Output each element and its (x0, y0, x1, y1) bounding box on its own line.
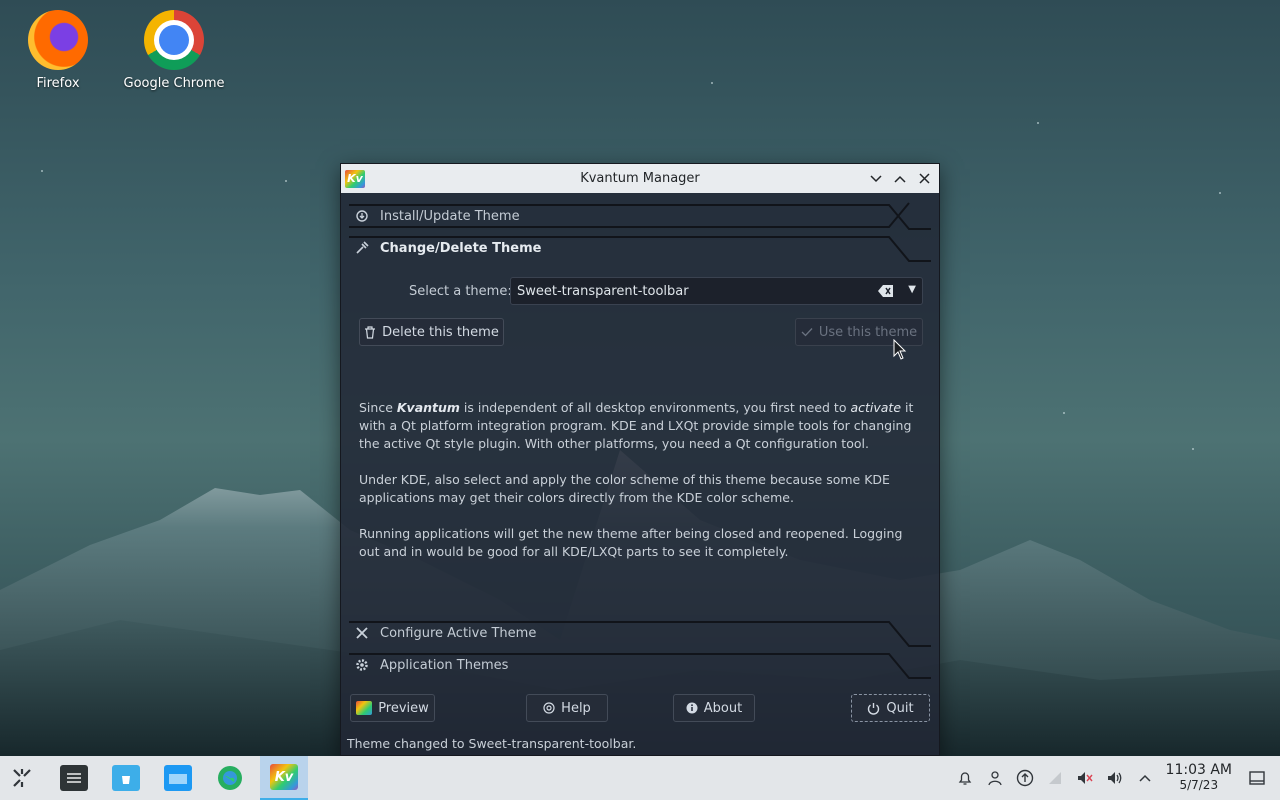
show-hidden-tray-button[interactable] (1130, 774, 1160, 782)
chrome-icon (144, 10, 204, 70)
mute-tray-icon[interactable] (1070, 770, 1100, 786)
maximize-button[interactable] (891, 170, 909, 188)
help-icon (543, 702, 555, 714)
show-desktop-icon (1249, 771, 1265, 785)
application-launcher-button[interactable] (0, 756, 44, 800)
power-icon (868, 702, 880, 715)
chevron-up-icon (1139, 774, 1151, 782)
window-titlebar[interactable]: Kv Kvantum Manager (341, 164, 939, 193)
delete-theme-label: Delete this theme (382, 324, 499, 340)
discover-store-icon (112, 765, 140, 791)
section-change-delete[interactable]: Change/Delete Theme (349, 233, 931, 263)
close-icon (918, 173, 930, 184)
window-title: Kvantum Manager (580, 171, 700, 186)
taskbar-dolphin[interactable] (156, 756, 200, 800)
desktop-icon-label: Firefox (36, 76, 80, 91)
settings-app-icon (60, 765, 88, 791)
about-button[interactable]: About (673, 694, 755, 722)
star (711, 82, 713, 84)
preview-button[interactable]: Preview (350, 694, 435, 722)
speaker-icon (1107, 772, 1121, 784)
kvantum-app-icon: Kv (270, 764, 298, 790)
taskbar-kvantum-manager[interactable]: Kv (260, 756, 308, 800)
section-application-themes[interactable]: Application Themes (349, 650, 931, 680)
volume-tray-icon[interactable] (1100, 770, 1130, 786)
status-bar: Theme changed to Sweet-transparent-toolb… (347, 736, 637, 751)
preview-label: Preview (378, 700, 429, 716)
kvantum-app-icon: Kv (345, 169, 365, 188)
clock-date: 5/7/23 (1179, 778, 1219, 792)
folder-icon (164, 765, 192, 791)
theme-select-combobox[interactable]: Sweet-transparent-toolbar ▼ (510, 277, 923, 305)
chevron-down-icon (870, 174, 882, 182)
taskbar: Kv 11:03 AM 5/7/23 (0, 756, 1280, 800)
info-icon (686, 702, 698, 714)
kvantum-manager-window: Kv Kvantum Manager Install/Update Theme … (340, 163, 940, 756)
info-paragraph-2: Under KDE, also select and apply the col… (359, 472, 890, 505)
bell-icon (958, 772, 971, 785)
delete-theme-button[interactable]: Delete this theme (359, 318, 504, 346)
taskbar-system-settings[interactable] (52, 756, 96, 800)
star (1037, 122, 1039, 124)
mouse-cursor-icon (893, 339, 907, 360)
updates-tray-icon[interactable] (1010, 769, 1040, 787)
minimize-button[interactable] (867, 170, 885, 188)
system-tray: 11:03 AM 5/7/23 (950, 756, 1280, 800)
desktop-icon-label: Google Chrome (123, 76, 225, 91)
star (1192, 448, 1194, 450)
theme-select-value: Sweet-transparent-toolbar (517, 283, 689, 299)
star (285, 180, 287, 182)
digital-clock[interactable]: 11:03 AM 5/7/23 (1166, 763, 1232, 793)
chevron-up-icon (894, 175, 906, 183)
star (1063, 412, 1065, 414)
user-icon (987, 771, 1002, 786)
network-icon (1048, 772, 1061, 784)
info-paragraph-1: Since Kvantum is independent of all desk… (359, 400, 914, 451)
quit-button[interactable]: Quit (851, 694, 930, 722)
show-desktop-button[interactable] (1242, 771, 1272, 785)
network-tray-icon[interactable] (1040, 770, 1070, 786)
close-button[interactable] (915, 170, 933, 188)
info-text: Since Kvantum is independent of all desk… (359, 399, 924, 579)
help-button[interactable]: Help (526, 694, 608, 722)
desktop-icon-chrome[interactable]: Google Chrome (119, 10, 229, 91)
use-theme-label: Use this theme (818, 324, 918, 340)
launcher-icon (13, 769, 31, 787)
clock-time: 11:03 AM (1165, 762, 1232, 778)
kvantum-preview-icon (356, 701, 373, 715)
checkmark-icon (801, 328, 813, 337)
info-paragraph-3: Running applications will get the new th… (359, 526, 903, 559)
section-configure-active-theme[interactable]: Configure Active Theme (349, 618, 931, 648)
user-tray-icon[interactable] (980, 770, 1010, 786)
star (1219, 192, 1221, 194)
notifications-tray-icon[interactable] (950, 770, 980, 786)
select-theme-label: Select a theme: (409, 284, 512, 299)
star (41, 170, 43, 172)
clear-text-icon[interactable] (878, 284, 894, 298)
globe-icon (218, 766, 242, 790)
section-install-update[interactable]: Install/Update Theme (349, 201, 931, 231)
firefox-icon (28, 10, 88, 70)
help-label: Help (561, 700, 591, 716)
dropdown-arrow-icon[interactable]: ▼ (908, 284, 916, 295)
taskbar-discover[interactable] (104, 756, 148, 800)
quit-label: Quit (886, 700, 914, 716)
desktop-icon-firefox[interactable]: Firefox (3, 10, 113, 91)
speaker-muted-icon (1077, 772, 1093, 784)
trash-icon (365, 325, 376, 339)
taskbar-browser[interactable] (208, 756, 252, 800)
about-label: About (703, 700, 743, 716)
update-icon (1016, 769, 1033, 787)
